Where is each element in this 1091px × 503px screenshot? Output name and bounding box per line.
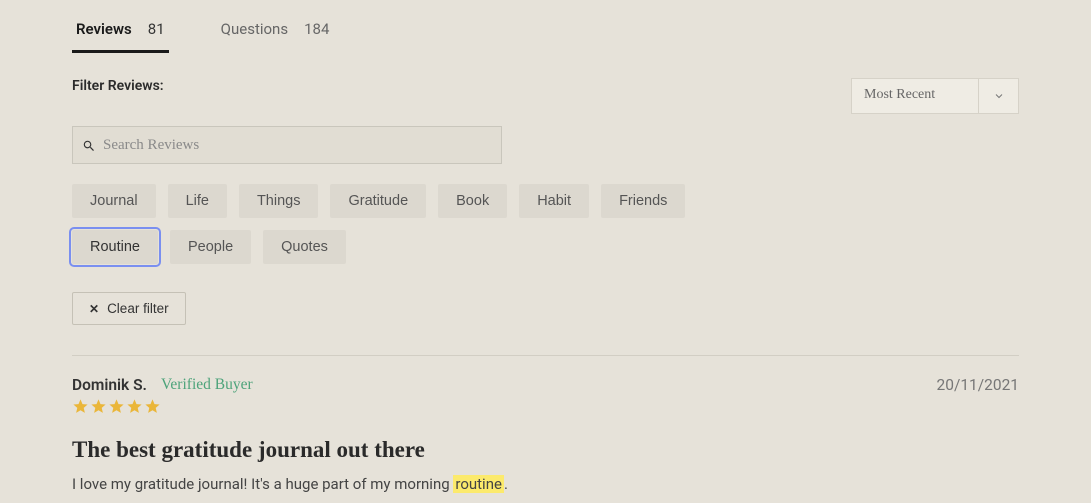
filter-chip-routine[interactable]: Routine <box>72 230 158 264</box>
filter-chip-friends[interactable]: Friends <box>601 184 685 218</box>
star-icon <box>108 398 125 419</box>
filter-chip-habit[interactable]: Habit <box>519 184 589 218</box>
reviewer-name: Dominik S. <box>72 376 147 394</box>
star-rating <box>72 398 1019 419</box>
tab-bar: Reviews 81 Questions 184 <box>72 12 1019 54</box>
tab-count: 81 <box>148 20 165 38</box>
filter-chip-journal[interactable]: Journal <box>72 184 156 218</box>
filter-label: Filter Reviews: <box>72 78 164 94</box>
review-date: 20/11/2021 <box>937 376 1019 394</box>
verified-badge: Verified Buyer <box>161 376 253 394</box>
filter-chip-life[interactable]: Life <box>168 184 227 218</box>
tab-label: Questions <box>221 20 288 41</box>
chevron-down-icon <box>978 79 1018 113</box>
filter-chip-people[interactable]: People <box>170 230 251 264</box>
review-item: Dominik S. Verified Buyer 20/11/2021 The… <box>72 376 1019 496</box>
search-input[interactable] <box>72 126 502 164</box>
tab-label: Reviews <box>76 20 132 38</box>
star-icon <box>126 398 143 419</box>
review-title: The best gratitude journal out there <box>72 437 1019 463</box>
sort-dropdown[interactable]: Most Recent <box>851 78 1019 114</box>
sort-selected: Most Recent <box>852 79 978 113</box>
star-icon <box>144 398 161 419</box>
tab-questions[interactable]: Questions 184 <box>217 12 334 53</box>
clear-filter-label: Clear filter <box>107 301 169 316</box>
filter-chip-quotes[interactable]: Quotes <box>263 230 346 264</box>
filter-chip-gratitude[interactable]: Gratitude <box>330 184 426 218</box>
highlight-term: routine <box>453 475 504 493</box>
filter-chip-book[interactable]: Book <box>438 184 507 218</box>
star-icon <box>72 398 89 419</box>
star-icon <box>90 398 107 419</box>
divider <box>72 355 1019 356</box>
clear-filter-button[interactable]: ✕ Clear filter <box>72 292 186 325</box>
search-icon <box>82 138 96 152</box>
review-body: I love my gratitude journal! It's a huge… <box>72 473 1019 496</box>
filter-chip-things[interactable]: Things <box>239 184 319 218</box>
tab-count: 184 <box>304 20 329 41</box>
close-icon: ✕ <box>89 302 99 316</box>
filter-chips: Journal Life Things Gratitude Book Habit Frien… <box>72 184 692 264</box>
tab-reviews[interactable]: Reviews 81 <box>72 12 169 53</box>
